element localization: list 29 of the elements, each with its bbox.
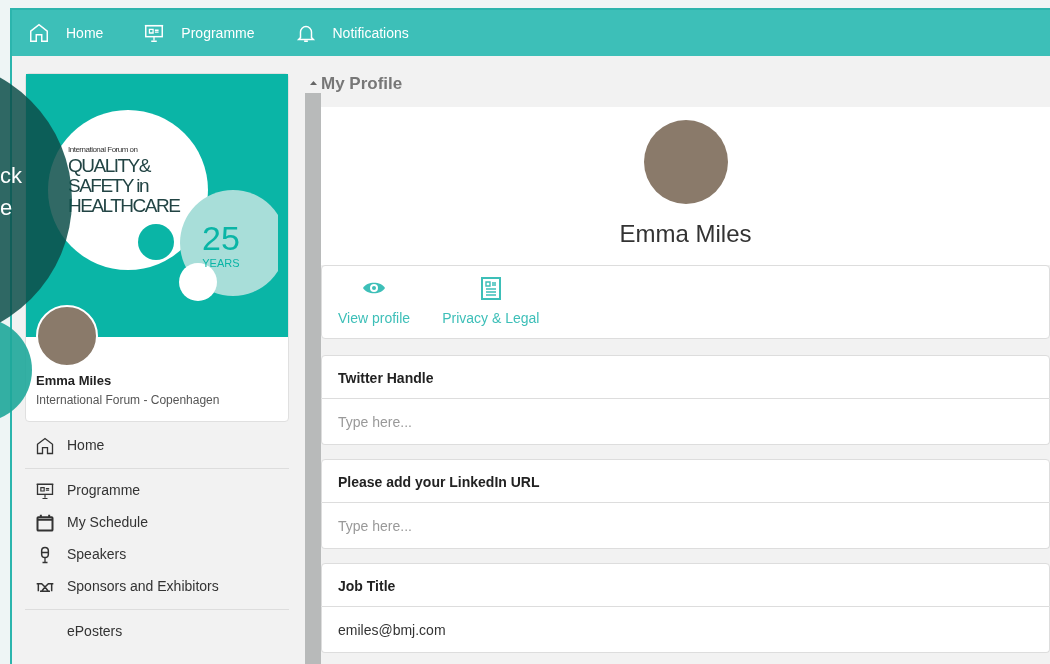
field-label: Please add your LinkedIn URL — [321, 459, 1050, 503]
calendar-icon — [35, 512, 55, 533]
scrollbar[interactable] — [305, 73, 321, 664]
sidebar-item[interactable]: Sponsors and Exhibitors — [25, 570, 289, 603]
text-field[interactable]: emiles@bmj.com — [321, 607, 1050, 653]
field-label: Job Title — [321, 563, 1050, 607]
field-label: Twitter Handle — [321, 355, 1050, 399]
logo-subtitle: International Forum on — [68, 144, 139, 156]
overlay-text-fragment: ck — [0, 162, 22, 190]
input-field[interactable]: Type here... — [321, 399, 1050, 445]
home-icon — [28, 22, 50, 44]
profile-name: Emma Miles — [619, 219, 752, 249]
page-title: My Profile — [321, 73, 403, 95]
home-icon — [35, 435, 55, 456]
sidebar-item[interactable]: ePosters — [25, 615, 289, 648]
scroll-up-icon[interactable] — [309, 81, 317, 85]
sidebar-item[interactable]: Programme — [25, 474, 289, 507]
input-field[interactable]: Type here... — [321, 503, 1050, 549]
overlay-text-fragment: e — [0, 194, 13, 222]
logo-title-line: QUALITY& — [68, 156, 152, 176]
sidebar-item[interactable]: Speakers — [25, 538, 289, 571]
sidebar-item[interactable]: Home — [25, 429, 289, 462]
sidebar-item[interactable]: My Schedule — [25, 506, 289, 539]
user-event: International Forum - Copenhagen — [36, 391, 221, 409]
anniversary-number: 25 — [202, 221, 240, 255]
document-icon — [478, 275, 503, 300]
presentation-board-icon — [143, 22, 166, 44]
user-name: Emma Miles — [36, 372, 113, 390]
anniversary-label: YEARS — [202, 256, 240, 271]
